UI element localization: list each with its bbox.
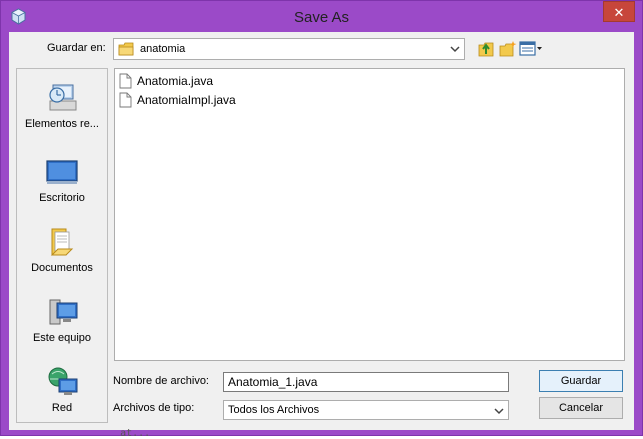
up-folder-button[interactable] (476, 39, 496, 57)
folder-icon (118, 42, 134, 56)
lookin-label: Guardar en: (47, 42, 106, 54)
place-desktop[interactable]: Escritorio (17, 155, 107, 204)
chevron-down-icon (450, 46, 460, 53)
place-label: Documentos (31, 262, 93, 274)
new-folder-icon (499, 40, 517, 56)
filename-label: Nombre de archivo: (113, 375, 209, 387)
places-bar: Elementos re... Escritorio Documentos Es… (16, 68, 108, 423)
file-list[interactable]: Anatomia.java AnatomiaImpl.java (114, 68, 625, 361)
lookin-value: anatomia (140, 43, 186, 55)
filetype-select[interactable]: Todos los Archivos (223, 400, 509, 420)
chevron-down-icon (494, 408, 504, 415)
documents-icon (50, 228, 74, 256)
file-item[interactable]: AnatomiaImpl.java (119, 91, 236, 108)
file-icon (119, 92, 132, 107)
view-menu-button[interactable] (519, 39, 543, 57)
place-label: Elementos re... (25, 118, 99, 130)
place-label: Escritorio (39, 192, 85, 204)
save-button[interactable]: Guardar (539, 370, 623, 392)
desktop-icon (46, 160, 78, 184)
filetype-label: Archivos de tipo: (113, 402, 195, 414)
new-folder-button[interactable] (498, 39, 518, 57)
place-label: Red (51, 402, 73, 414)
lookin-combo[interactable]: anatomia (113, 38, 465, 60)
background-code-line: at... (96, 428, 151, 439)
place-label: Este equipo (32, 332, 92, 344)
recent-items-icon (49, 84, 77, 111)
computer-icon (49, 299, 78, 325)
window-title: Save As (293, 9, 350, 26)
filetype-value: Todos los Archivos (228, 404, 320, 416)
network-icon (48, 367, 78, 395)
title-bar[interactable]: Save As ✕ (1, 1, 642, 33)
filename-input[interactable]: Anatomia_1.java (223, 372, 509, 392)
file-icon (119, 73, 132, 88)
cancel-button[interactable]: Cancelar (539, 397, 623, 419)
file-name: AnatomiaImpl.java (137, 92, 236, 107)
place-recent-items[interactable]: Elementos re... (17, 81, 107, 130)
file-item[interactable]: Anatomia.java (119, 72, 213, 89)
dialog-body: Guardar en: anatomia Elementos re... Esc… (9, 32, 634, 430)
save-as-dialog: Save As ✕ Guardar en: anatomia Elementos… (0, 0, 643, 436)
up-folder-icon (478, 42, 494, 56)
place-documents[interactable]: Documentos (17, 225, 107, 274)
close-button[interactable]: ✕ (603, 1, 635, 22)
place-network[interactable]: Red (17, 365, 107, 414)
place-this-pc[interactable]: Este equipo (17, 295, 107, 344)
view-menu-icon (519, 40, 542, 56)
file-name: Anatomia.java (137, 73, 214, 88)
